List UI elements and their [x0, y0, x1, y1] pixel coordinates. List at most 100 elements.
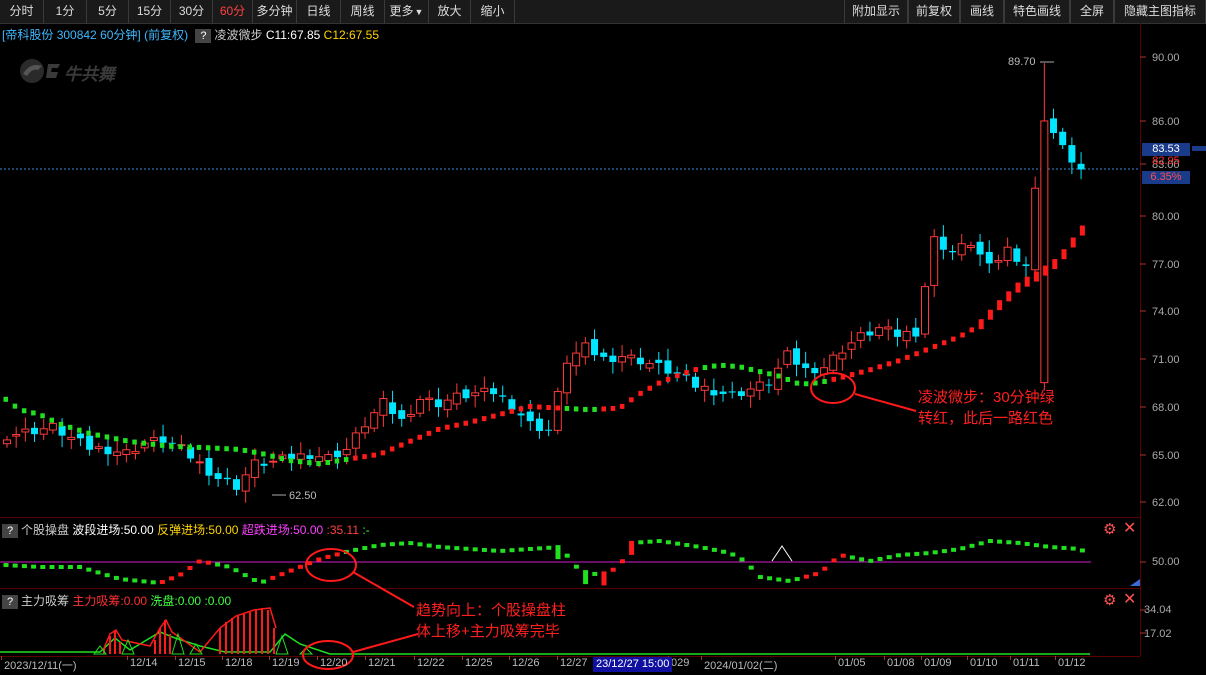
operate-bar	[1070, 546, 1076, 551]
step-dot	[987, 309, 993, 320]
step-dot	[592, 406, 597, 412]
main-chart-canvas[interactable]: 90.0086.0083.0080.0077.0074.0071.0068.00…	[0, 23, 1206, 517]
date-tick	[1010, 656, 1011, 660]
operate-bar	[785, 578, 791, 583]
step-dot	[343, 457, 349, 463]
operate-bar	[813, 572, 819, 577]
candle-body-up	[930, 236, 939, 286]
y-tick-label: 90.00	[1152, 52, 1180, 64]
candle-body-down	[205, 458, 213, 476]
step-dot	[196, 444, 202, 450]
candle-body-down	[223, 477, 231, 480]
toolbar-button[interactable]: 分时	[0, 0, 44, 23]
close-icon[interactable]: ✕	[1123, 589, 1136, 609]
toolbar-button-right[interactable]: 前复权	[908, 0, 960, 23]
candle-body-down	[168, 442, 176, 444]
candle-body-down	[985, 251, 993, 264]
toolbar-button[interactable]: 缩小	[471, 0, 515, 23]
operate-chart-canvas[interactable]	[0, 517, 1206, 588]
step-dot	[49, 417, 54, 423]
candle-body-up	[645, 363, 654, 369]
candle-body-up	[838, 352, 847, 360]
operate-bar	[307, 561, 313, 566]
step-dot	[895, 358, 901, 364]
date-label: 01/09	[924, 657, 952, 669]
candle-body-up	[443, 399, 452, 411]
step-dot	[1052, 259, 1058, 270]
step-dot	[877, 364, 882, 370]
operate-bar	[592, 571, 598, 576]
operate-bar	[895, 553, 901, 558]
toolbar-button[interactable]: 60分	[213, 0, 253, 23]
operate-bar	[445, 545, 451, 550]
operate-bar	[380, 542, 386, 547]
candle-body-up	[471, 392, 480, 397]
step-dot	[500, 411, 505, 417]
settings-gear-icon[interactable]: ⚙	[1103, 520, 1116, 538]
candle-body-up	[755, 381, 764, 391]
candle-body-up	[342, 448, 351, 456]
step-dot	[3, 396, 8, 402]
close-icon[interactable]: ✕	[1123, 518, 1136, 538]
candle-body-down	[1059, 131, 1067, 146]
candle-body-down	[664, 360, 672, 374]
operate-bar	[518, 547, 524, 552]
change-pct-box: 6.35%	[1142, 171, 1190, 184]
date-label: 12/26	[512, 657, 540, 669]
wash-triangle	[298, 647, 314, 655]
candle-body-down	[765, 384, 773, 386]
toolbar-button-right[interactable]: 画线	[960, 0, 1004, 23]
toolbar-button-right[interactable]: 特色画线	[1004, 0, 1070, 23]
operate-bar	[619, 559, 625, 564]
toolbar-button[interactable]: 15分	[129, 0, 171, 23]
operate-bar	[463, 546, 469, 551]
step-dot	[435, 426, 441, 432]
candle-body-down	[233, 479, 240, 490]
toolbar-button[interactable]: 日线	[297, 0, 341, 23]
candle-body-down	[333, 450, 341, 458]
candle-body-up	[21, 428, 30, 433]
step-dot	[463, 420, 468, 426]
toolbar-button[interactable]: 1分	[44, 0, 87, 23]
operate-bar	[67, 565, 73, 569]
toolbar-button[interactable]: 周线	[341, 0, 385, 23]
toolbar-button[interactable]: 5分	[87, 0, 129, 23]
date-tick	[967, 656, 968, 660]
candle-body-up	[149, 437, 158, 442]
toolbar-button-right[interactable]: 隐藏主图指标	[1114, 0, 1206, 23]
candle-body-down	[939, 236, 947, 250]
step-dot	[113, 436, 119, 442]
operate-bar	[932, 550, 938, 555]
operate-bar	[95, 570, 101, 575]
operate-bar	[159, 580, 165, 585]
absorb-chart-canvas[interactable]	[0, 588, 1206, 656]
step-dot	[178, 444, 183, 450]
operate-bar	[1015, 540, 1021, 545]
step-dot	[757, 369, 763, 375]
operate-bar	[757, 575, 763, 580]
toolbar-button[interactable]: 放大	[429, 0, 471, 23]
operate-bar	[1061, 545, 1067, 550]
toolbar-button[interactable]: 更多	[385, 0, 429, 23]
settings-gear-icon[interactable]: ⚙	[1103, 591, 1116, 609]
candle-body-down	[609, 355, 617, 362]
candle-body-down	[1022, 264, 1030, 266]
operate-bar	[435, 544, 441, 549]
candle-body-up	[94, 446, 103, 449]
step-dot	[638, 390, 643, 396]
toolbar-button-right[interactable]: 全屏	[1070, 0, 1114, 23]
candle-body-down	[1077, 163, 1085, 170]
candle-body-down	[710, 390, 718, 396]
toolbar-button[interactable]: 30分	[171, 0, 213, 23]
candle-body-down	[802, 363, 810, 369]
step-dot	[1079, 225, 1085, 236]
step-dot	[123, 438, 128, 444]
step-dot	[169, 443, 174, 449]
step-dot	[1070, 237, 1076, 248]
candle-body-down	[214, 473, 222, 480]
candle-body-down	[737, 391, 745, 397]
toolbar-button[interactable]: 多分钟	[253, 0, 297, 23]
toolbar-button-right[interactable]: 附加显示	[844, 0, 908, 23]
step-dot	[150, 441, 156, 447]
step-dot	[739, 364, 744, 370]
